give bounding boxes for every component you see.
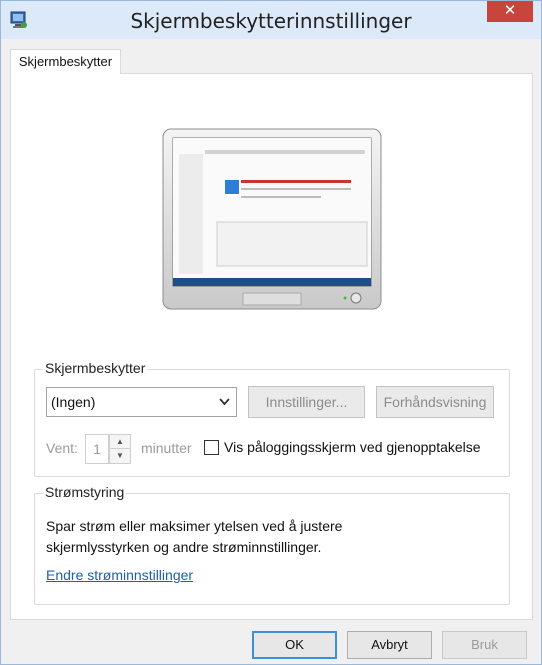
chevron-down-icon [219, 398, 230, 406]
power-group: Strømstyring Spar strøm eller maksimer y… [34, 484, 510, 605]
logon-checkbox[interactable] [204, 440, 219, 455]
screensaver-group-label: Skjermbeskytter [43, 360, 148, 376]
title-bar[interactable]: Skjermbeskytterinnstillinger ✕ [1, 1, 541, 39]
screensaver-select-value: (Ingen) [51, 394, 96, 410]
screensaver-settings-dialog: Skjermbeskytterinnstillinger ✕ Skjermbes… [0, 0, 542, 665]
spin-up-icon[interactable]: ▲ [110, 435, 130, 449]
wait-minutes-input[interactable]: 1 [85, 434, 109, 464]
ok-button[interactable]: OK [252, 631, 337, 659]
change-power-settings-link[interactable]: Endre strøminnstillinger [46, 567, 193, 583]
logon-checkbox-label[interactable]: Vis påloggingsskjerm ved gjenopptakelse [224, 439, 481, 455]
monitor-preview [162, 128, 382, 310]
spin-down-icon[interactable]: ▼ [110, 449, 130, 463]
minutes-label: minutter [141, 440, 192, 456]
power-description-line2: skjermlysstyrken og andre strøminnstilli… [46, 539, 322, 555]
wait-spinner[interactable]: ▲ ▼ [109, 434, 131, 464]
power-description-line1: Spar strøm eller maksimer ytelsen ved å … [46, 518, 343, 534]
screensaver-select[interactable]: (Ingen) [46, 387, 237, 417]
apply-button[interactable]: Bruk [442, 631, 527, 659]
wait-label: Vent: [46, 440, 78, 456]
screensaver-group: Skjermbeskytter (Ingen) Innstillinger...… [34, 360, 510, 477]
power-description: Spar strøm eller maksimer ytelsen ved å … [46, 516, 486, 558]
tab-skjermbeskytter[interactable]: Skjermbeskytter [10, 49, 121, 74]
close-button[interactable]: ✕ [487, 1, 533, 22]
cancel-button[interactable]: Avbryt [347, 631, 432, 659]
preview-button[interactable]: Forhåndsvisning [376, 386, 494, 418]
window-title: Skjermbeskytterinnstillinger [130, 9, 412, 33]
power-group-label: Strømstyring [43, 484, 127, 500]
settings-button[interactable]: Innstillinger... [248, 386, 365, 418]
tab-panel: Skjermbeskytter (Ingen) Innstillinger...… [10, 73, 533, 620]
